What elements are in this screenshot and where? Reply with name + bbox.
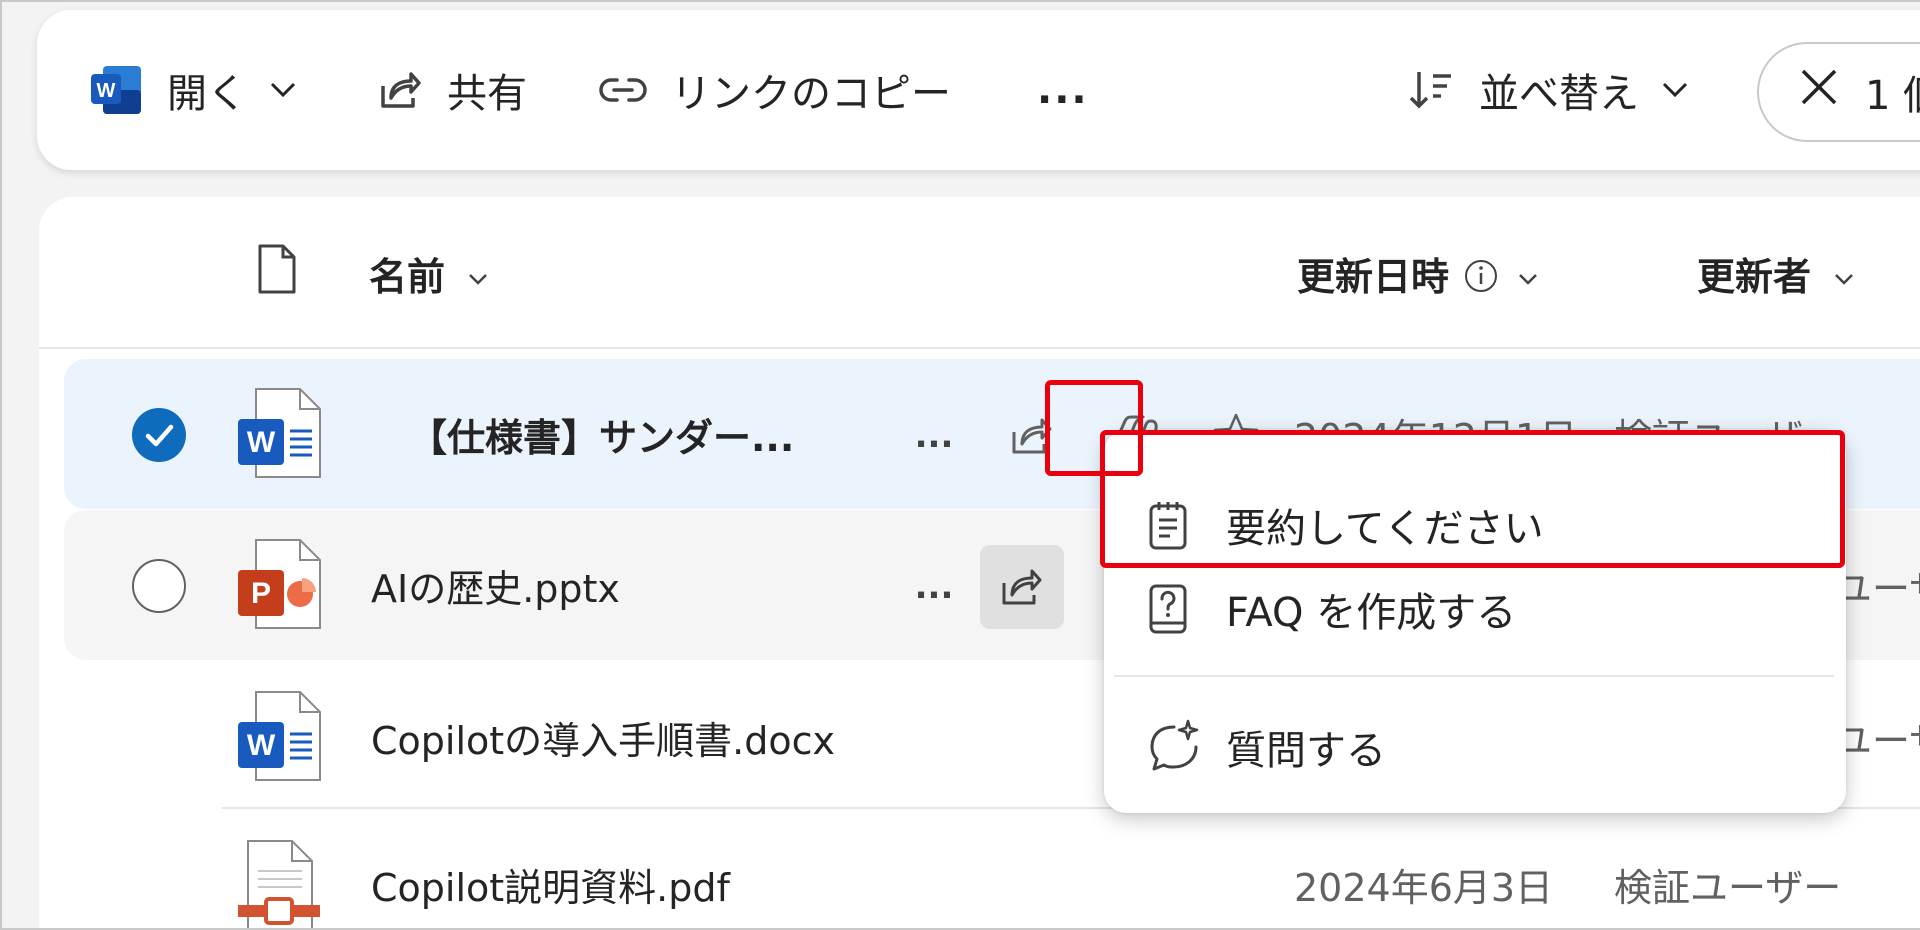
modified-by-column-label: 更新者 xyxy=(1697,254,1812,299)
onedrive-window: W 開く 共有 リンクのコピー ... 並べ替え 1 名前 更新日時 更新者 W… xyxy=(0,0,1920,930)
sort-label: 並べ替え xyxy=(1479,71,1639,117)
copy-link-button[interactable]: リンクのコピー xyxy=(597,10,951,170)
share-icon xyxy=(1012,418,1052,454)
row-share-button[interactable] xyxy=(980,545,1064,629)
more-icon: ... xyxy=(914,567,954,607)
row-share-button[interactable] xyxy=(990,394,1074,478)
row-more-button[interactable]: ... xyxy=(892,394,976,478)
file-type-column-header[interactable] xyxy=(257,197,297,349)
pdf-file-icon xyxy=(234,837,324,928)
copy-link-label: リンクのコピー xyxy=(671,71,951,117)
share-icon xyxy=(375,66,423,114)
menu-divider xyxy=(1114,675,1834,677)
chevron-down-icon xyxy=(467,251,489,295)
question-document-icon xyxy=(1146,583,1190,635)
file-name[interactable]: Copilot説明資料.pdf xyxy=(371,809,730,928)
menu-item-label: 質問する xyxy=(1226,728,1386,774)
svg-text:W: W xyxy=(97,80,116,102)
svg-text:P: P xyxy=(251,577,271,610)
clear-selection-button[interactable]: 1 個 xyxy=(1757,42,1920,142)
powerpoint-file-icon: P xyxy=(234,536,324,636)
open-label: 開く xyxy=(167,71,247,117)
modified-column-label: 更新日時 xyxy=(1297,254,1450,299)
command-bar: W 開く 共有 リンクのコピー ... 並べ替え 1 xyxy=(37,10,1920,170)
file-name[interactable]: 【仕様書】サンダー... xyxy=(409,359,794,509)
modified-by: 検証ユーザー xyxy=(1614,865,1842,910)
more-icon: ... xyxy=(1037,67,1089,113)
chat-sparkle-icon xyxy=(1146,719,1202,775)
chevron-down-icon xyxy=(1833,251,1855,295)
word-file-icon: W xyxy=(234,385,324,485)
name-column-header[interactable]: 名前 xyxy=(369,197,489,349)
file-name[interactable]: AIの歴史.pptx xyxy=(371,510,620,660)
link-icon xyxy=(597,70,649,110)
share-icon xyxy=(1002,569,1042,605)
checkmark-icon xyxy=(145,424,174,447)
sort-button[interactable]: 並べ替え xyxy=(1407,10,1689,170)
more-options-button[interactable]: ... xyxy=(1037,10,1089,170)
sort-icon xyxy=(1407,66,1455,114)
modified-column-header[interactable]: 更新日時 xyxy=(1297,197,1539,349)
menu-item-label: 要約してください xyxy=(1226,506,1544,552)
copilot-menu: 要約してください FAQ を作成する 質問する xyxy=(1104,430,1846,813)
row-checkbox[interactable] xyxy=(132,559,186,613)
file-name[interactable]: Copilotの導入手順書.docx xyxy=(371,662,835,812)
modified-by-column-header[interactable]: 更新者 xyxy=(1697,197,1855,349)
share-button[interactable]: 共有 xyxy=(375,10,527,170)
word-file-icon: W xyxy=(234,688,324,788)
selection-count: 1 個 xyxy=(1865,73,1920,119)
word-app-icon: W xyxy=(89,62,145,118)
more-icon: ... xyxy=(914,416,954,456)
close-icon xyxy=(1799,67,1839,117)
chevron-down-icon xyxy=(1661,80,1689,100)
modified-by: ユーザー xyxy=(1834,566,1920,611)
name-column-label: 名前 xyxy=(369,254,446,299)
info-icon[interactable] xyxy=(1463,258,1499,303)
modified-by: ユーザー xyxy=(1834,718,1920,763)
menu-item-label: FAQ を作成する xyxy=(1226,590,1517,636)
svg-text:W: W xyxy=(247,426,276,459)
row-checkbox-checked[interactable] xyxy=(132,408,186,462)
modified-date: 2024年6月3日 xyxy=(1294,865,1554,910)
menu-item-ask-question[interactable]: 質問する xyxy=(1104,692,1846,802)
chevron-down-icon xyxy=(1517,251,1539,295)
document-icon xyxy=(257,243,297,304)
row-more-button[interactable]: ... xyxy=(892,545,976,629)
open-button[interactable]: W 開く xyxy=(89,10,297,170)
list-header: 名前 更新日時 更新者 xyxy=(39,197,1920,349)
svg-text:W: W xyxy=(247,729,276,762)
share-label: 共有 xyxy=(447,71,527,117)
chevron-down-icon xyxy=(269,80,297,100)
table-row[interactable]: Copilot説明資料.pdf 2024年6月3日 検証ユーザー xyxy=(64,809,1920,928)
notepad-icon xyxy=(1146,499,1190,551)
menu-item-create-faq[interactable]: FAQ を作成する xyxy=(1104,554,1846,664)
